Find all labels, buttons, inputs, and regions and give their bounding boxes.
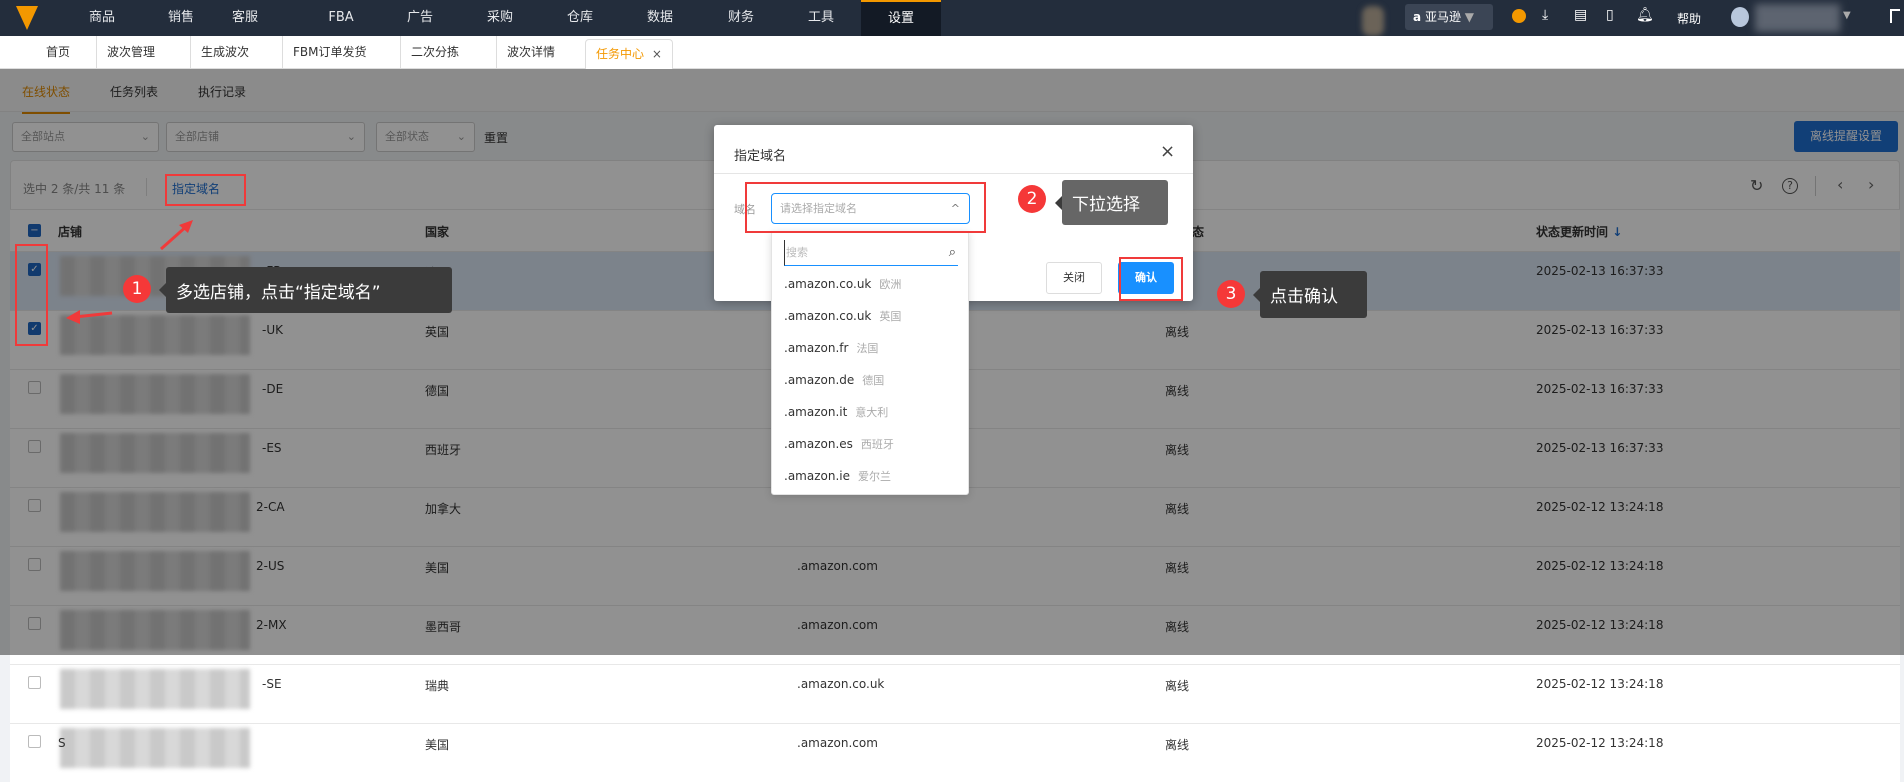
option-region: 西班牙: [860, 438, 894, 451]
shop-name: S: [58, 736, 66, 750]
dropdown-search-input[interactable]: 搜索 ⌕: [784, 240, 958, 266]
status: 离线: [1165, 738, 1190, 752]
arrow-left: [74, 311, 113, 319]
domain-option[interactable]: .amazon.it 意大利: [784, 404, 888, 420]
download-icon[interactable]: ⤓: [1542, 7, 1548, 23]
shop-name: -SE: [262, 677, 282, 691]
annotation-arrows: [66, 220, 193, 324]
option-domain: .amazon.co.uk: [784, 309, 872, 323]
blurred-shop-name: [60, 728, 250, 768]
option-region: 德国: [862, 374, 885, 387]
domain-option[interactable]: .amazon.co.uk 欧洲: [784, 276, 901, 292]
tab-task-center[interactable]: 任务中心 ×: [585, 39, 673, 69]
updated-time: 2025-02-12 13:24:18: [1536, 736, 1664, 750]
mobile-icon[interactable]: ▯: [1606, 7, 1614, 23]
country: 瑞典: [425, 679, 450, 693]
annotation-box-domain-select: [745, 182, 986, 233]
option-domain: .amazon.ie: [784, 469, 850, 483]
amazon-icon: a: [1413, 10, 1422, 24]
option-region: 法国: [856, 342, 879, 355]
page-tab[interactable]: 波次详情: [496, 36, 555, 69]
nav-item[interactable]: 数据: [620, 0, 700, 36]
platform-selector[interactable]: a 亚马逊 ▼: [1405, 4, 1493, 30]
domain-option[interactable]: .amazon.fr 法国: [784, 340, 878, 356]
callout-step-2: 下拉选择: [1055, 180, 1168, 225]
close-icon[interactable]: ×: [1160, 141, 1175, 162]
bell-icon[interactable]: 🔔︎: [1636, 7, 1654, 23]
dialog-title: 指定域名: [734, 149, 787, 164]
option-region: 欧洲: [879, 278, 902, 291]
dialog-divider: [714, 173, 1193, 174]
callout-step-3: 点击确认: [1253, 271, 1367, 318]
step-badge-3: 3: [1217, 280, 1245, 308]
tab-label: 任务中心: [596, 47, 645, 61]
country: 美国: [425, 738, 450, 752]
step-badge-1: 1: [123, 275, 151, 303]
option-region: 英国: [879, 310, 902, 323]
blurred-username: [1755, 4, 1840, 32]
blurred-shop-name: [60, 669, 250, 709]
domain-option[interactable]: .amazon.es 西班牙: [784, 436, 894, 452]
domain-dropdown: 搜索 ⌕ .amazon.co.uk 欧洲 .amazon.co.uk 英国 .amazo…: [771, 231, 969, 495]
arrowhead: [66, 310, 80, 324]
option-domain: .amazon.de: [784, 373, 855, 387]
caret-down-icon[interactable]: ▼: [1843, 10, 1851, 21]
option-region: 爱尔兰: [858, 470, 891, 483]
annotation-box-confirm: [1119, 257, 1183, 301]
fullscreen-icon[interactable]: [1890, 9, 1900, 23]
domain-option[interactable]: .amazon.de 德国: [784, 372, 884, 388]
nav-item[interactable]: 采购: [460, 0, 540, 36]
search-placeholder: 搜索: [786, 246, 808, 259]
platform-label: 亚马逊: [1424, 10, 1461, 24]
domain-option[interactable]: .amazon.co.uk 英国: [784, 308, 901, 324]
close-button[interactable]: 关闭: [1046, 262, 1102, 294]
option-domain: .amazon.fr: [784, 341, 849, 355]
help-link[interactable]: 帮助: [1677, 10, 1701, 27]
close-icon[interactable]: ×: [652, 47, 662, 61]
option-domain: .amazon.es: [784, 437, 853, 451]
page-tab[interactable]: 二次分拣: [400, 36, 459, 69]
status: 离线: [1165, 679, 1190, 693]
support-icon[interactable]: [1512, 9, 1526, 23]
callout-step-1: 多选店铺，点击“指定域名”: [159, 267, 452, 313]
row-checkbox[interactable]: [28, 676, 41, 689]
option-region: 意大利: [855, 406, 889, 419]
domain: .amazon.co.uk: [797, 677, 885, 691]
table-row[interactable]: -SE 瑞典 .amazon.co.uk 离线 2025-02-12 13:24…: [10, 664, 1900, 723]
nav-item[interactable]: 工具: [781, 0, 861, 36]
nav-item[interactable]: 财务: [701, 0, 781, 36]
row-checkbox[interactable]: [28, 735, 41, 748]
search-icon: ⌕: [948, 245, 956, 260]
option-domain: .amazon.co.uk: [784, 277, 872, 291]
document-add-icon[interactable]: ▤: [1574, 7, 1587, 23]
caret-down-icon: ▼: [1464, 10, 1475, 24]
table-row[interactable]: S 美国 .amazon.com 离线 2025-02-12 13:24:18: [10, 723, 1900, 782]
nav-item[interactable]: 设置: [861, 0, 941, 36]
nav-item[interactable]: 仓库: [540, 0, 620, 36]
step-badge-2: 2: [1018, 185, 1046, 213]
blurred-avatar: [1362, 6, 1384, 36]
domain: .amazon.com: [797, 736, 878, 750]
updated-time: 2025-02-12 13:24:18: [1536, 677, 1664, 691]
option-domain: .amazon.it: [784, 405, 848, 419]
domain-option[interactable]: .amazon.ie 爱尔兰: [784, 468, 891, 484]
user-avatar[interactable]: [1731, 7, 1749, 27]
